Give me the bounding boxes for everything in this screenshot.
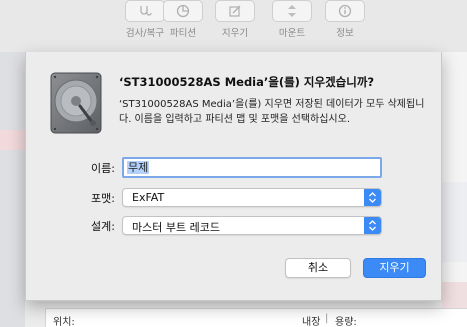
mount-label: 마운트 [278, 28, 306, 39]
partition-label: 파티션 [169, 28, 197, 39]
name-field[interactable]: 무제 [122, 157, 382, 178]
scheme-value: 마스터 부트 레코드 [132, 221, 220, 234]
dialog-message: ‘ST31000528AS Media’을(를) 지우면 저장된 데이터가 모두… [119, 99, 425, 125]
erase-label: 지우기 [221, 28, 249, 39]
content-strip [442, 182, 467, 262]
erase-dialog: ‘ST31000528AS Media’을(를) 지우겠습니까? ‘ST3100… [25, 52, 442, 301]
column-divider: | [325, 313, 329, 324]
location-label: 위치: [53, 317, 75, 327]
toolbar: 검사/복구 파티션 지우기 마운트 정보 [0, 0, 467, 52]
up-down-arrows-icon [364, 217, 381, 234]
name-label: 이름: [91, 162, 115, 175]
info-label: 정보 [336, 28, 354, 39]
name-value: 무제 [127, 161, 150, 174]
erase-button[interactable]: 지우기 [207, 0, 263, 39]
mount-button[interactable]: 마운트 [264, 0, 320, 39]
partition-button[interactable]: 파티션 [155, 0, 211, 39]
sidebar-selected-row[interactable] [0, 130, 25, 150]
erase-confirm-button[interactable]: 지우기 [363, 258, 426, 278]
hard-drive-icon [50, 72, 102, 134]
sidebar [0, 52, 25, 327]
format-label: 포맷: [91, 192, 115, 205]
info-button[interactable]: 정보 [317, 0, 373, 39]
location-value: 내장 [302, 317, 321, 327]
erase-icon [215, 0, 255, 22]
info-icon [325, 0, 365, 22]
scheme-label: 설계: [91, 220, 115, 233]
partition-icon [163, 0, 203, 22]
capacity-label: 용량: [335, 317, 357, 327]
up-down-arrows-icon [364, 189, 381, 206]
mount-icon [272, 0, 312, 22]
info-table: 위치: 내장 | 용량: [45, 308, 467, 327]
format-select[interactable]: ExFAT [122, 188, 382, 207]
scheme-select[interactable]: 마스터 부트 레코드 [122, 216, 382, 235]
dialog-title: ‘ST31000528AS Media’을(를) 지우겠습니까? [119, 75, 375, 89]
format-value: ExFAT [132, 191, 165, 204]
content-area [442, 52, 467, 327]
cancel-button[interactable]: 취소 [285, 258, 351, 278]
